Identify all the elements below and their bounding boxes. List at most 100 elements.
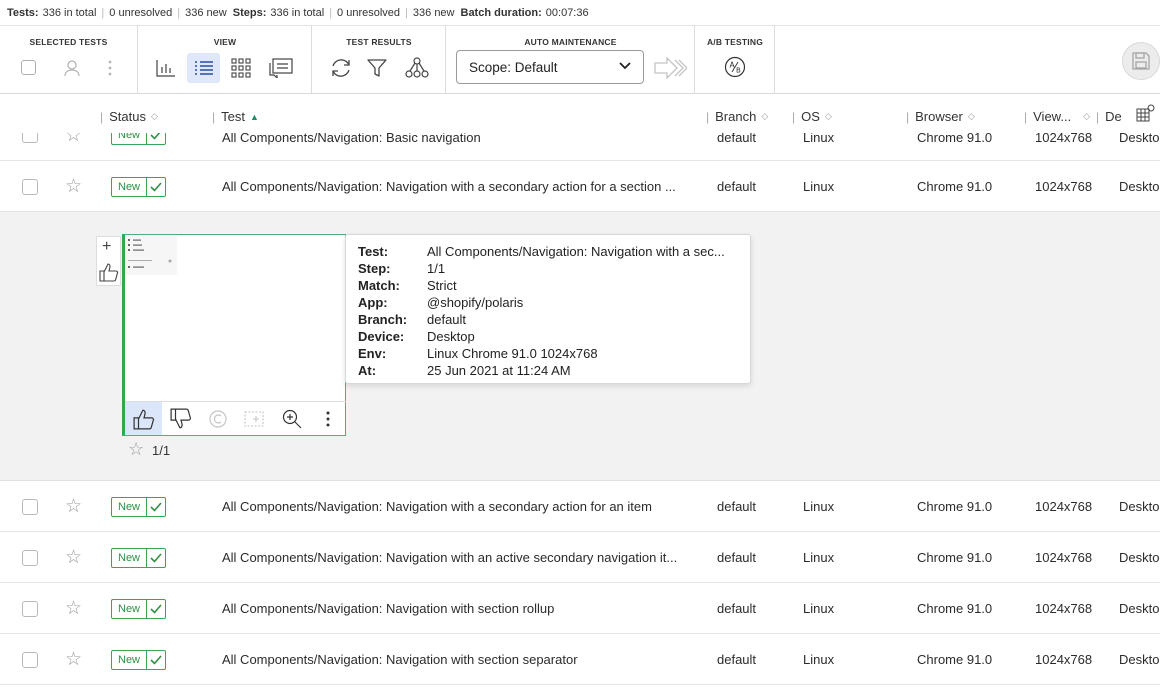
star-icon[interactable]: ☆	[65, 599, 82, 618]
check-icon	[147, 549, 165, 567]
column-test[interactable]: | Test ▲	[212, 109, 259, 124]
step-thumbnail[interactable]	[122, 234, 346, 436]
tests-unresolved: 0 unresolved	[109, 6, 173, 19]
region-icon	[243, 410, 264, 427]
table-row[interactable]: ☆ New All Components/Navigation: Navigat…	[0, 532, 1160, 583]
star-icon[interactable]: ☆	[65, 497, 82, 516]
table-row[interactable]: ☆ New All Components/Navigation: Navigat…	[0, 634, 1160, 685]
browser-value: Chrome 91.0	[917, 601, 993, 616]
star-icon[interactable]: ☆	[65, 650, 82, 669]
add-icon[interactable]: +	[102, 238, 111, 256]
expanded-step-panel: + ☆ 1/1 Test: All Components/Navigation:…	[0, 212, 1160, 481]
check-icon	[147, 498, 165, 516]
sort-asc-icon: ▲	[249, 111, 259, 122]
ab-test-icon[interactable]: AB	[722, 54, 748, 80]
group-by-icon[interactable]	[402, 53, 432, 83]
toolbar: SELECTED TESTS VIEW TEST RESULTS AUTO MA…	[0, 26, 1160, 94]
sort-icon: ◇	[967, 111, 975, 121]
row-checkbox[interactable]	[22, 133, 38, 143]
refresh-icon[interactable]	[327, 53, 355, 83]
apply-maintenance-icon[interactable]	[653, 55, 687, 81]
status-badge: New	[111, 497, 167, 517]
branch-value: default	[717, 179, 757, 194]
steps-new: 336 new	[412, 6, 455, 19]
test-name[interactable]: All Components/Navigation: Navigation wi…	[222, 499, 652, 514]
assign-user-icon[interactable]	[60, 56, 84, 80]
test-name[interactable]: All Components/Navigation: Basic navigat…	[222, 133, 481, 145]
viewport-value: 1024x768	[1035, 652, 1093, 667]
table-row[interactable]: ☆ New All Components/Navigation: Basic n…	[0, 133, 1160, 161]
tooltip-device: Desktop	[427, 329, 475, 344]
zoom-button[interactable]	[273, 402, 310, 435]
column-device-label: De	[1105, 109, 1122, 124]
check-icon	[147, 178, 165, 196]
save-icon	[1132, 52, 1150, 70]
list-view-icon[interactable]	[187, 53, 220, 83]
branch-value: default	[717, 601, 757, 616]
row-checkbox[interactable]	[22, 499, 38, 515]
row-checkbox[interactable]	[22, 652, 38, 668]
column-test-label: Test	[221, 109, 245, 124]
column-browser[interactable]: | Browser ◇	[906, 109, 975, 124]
batch-duration-label: Batch duration:	[460, 6, 542, 19]
steps-total: 336 in total	[270, 6, 325, 19]
step-count: 1/1	[152, 443, 171, 458]
check-icon	[147, 651, 165, 669]
column-branch[interactable]: | Branch ◇	[706, 109, 768, 124]
test-name[interactable]: All Components/Navigation: Navigation wi…	[222, 601, 554, 616]
star-icon[interactable]: ☆	[65, 133, 82, 145]
chevron-down-icon	[619, 62, 631, 70]
ab-testing-title: A/B TESTING	[706, 37, 764, 47]
column-settings-icon[interactable]	[1136, 104, 1156, 125]
column-device[interactable]: | De	[1096, 109, 1122, 124]
view-group: VIEW	[139, 26, 312, 94]
remark-button[interactable]	[199, 402, 236, 435]
row-checkbox[interactable]	[22, 550, 38, 566]
test-name[interactable]: All Components/Navigation: Navigation wi…	[222, 550, 677, 565]
status-badge: New	[111, 599, 167, 619]
column-viewport[interactable]: | View... ◇	[1024, 109, 1090, 124]
star-icon[interactable]: ☆	[65, 548, 82, 567]
select-all-checkbox[interactable]	[19, 58, 37, 76]
row-checkbox[interactable]	[22, 179, 38, 195]
test-name[interactable]: All Components/Navigation: Navigation wi…	[222, 652, 578, 667]
region-button[interactable]	[236, 402, 273, 435]
tooltip-step: 1/1	[427, 261, 446, 276]
step-side-actions: +	[96, 236, 121, 286]
more-button[interactable]	[310, 402, 346, 435]
grid-view-icon[interactable]	[226, 53, 256, 83]
thumbnail-action-bar	[125, 401, 346, 435]
star-icon[interactable]: ☆	[128, 440, 144, 458]
scope-select[interactable]: Scope: Default	[456, 50, 644, 84]
test-name[interactable]: All Components/Navigation: Navigation wi…	[222, 179, 676, 194]
ab-testing-group: A/B TESTING AB	[696, 26, 775, 94]
details-view-icon[interactable]	[265, 53, 297, 83]
reject-button[interactable]	[162, 402, 199, 435]
chart-view-icon[interactable]	[150, 53, 182, 83]
table-header: | Status ◇ | Test ▲ | Branch ◇ | OS ◇ | Browser ◇ …	[0, 95, 1160, 133]
star-icon[interactable]: ☆	[65, 177, 82, 196]
tooltip-at: 25 Jun 2021 at 11:24 AM	[427, 363, 571, 378]
column-status-label: Status	[109, 109, 146, 124]
more-options-icon[interactable]	[103, 56, 117, 80]
column-status[interactable]: | Status ◇	[100, 109, 158, 124]
filter-icon[interactable]	[363, 53, 391, 83]
check-icon	[147, 600, 165, 618]
row-checkbox[interactable]	[22, 601, 38, 617]
os-value: Linux	[803, 550, 835, 565]
column-branch-label: Branch	[715, 109, 757, 124]
sort-icon: ◇	[1083, 111, 1091, 121]
save-button[interactable]	[1122, 42, 1160, 80]
more-vertical-icon	[326, 411, 330, 426]
column-os[interactable]: | OS ◇	[792, 109, 832, 124]
screenshot-preview-image	[125, 235, 177, 275]
device-value: Desktop	[1119, 179, 1160, 194]
table-row[interactable]: ☆ New All Components/Navigation: Navigat…	[0, 481, 1160, 532]
thumbs-up-icon[interactable]	[99, 262, 119, 285]
accept-button[interactable]	[125, 402, 162, 435]
table-row[interactable]: ☆ New All Components/Navigation: Navigat…	[0, 161, 1160, 212]
copyright-icon	[208, 409, 227, 428]
browser-value: Chrome 91.0	[917, 133, 993, 145]
device-value: Desktop	[1119, 133, 1160, 145]
table-row[interactable]: ☆ New All Components/Navigation: Navigat…	[0, 583, 1160, 634]
